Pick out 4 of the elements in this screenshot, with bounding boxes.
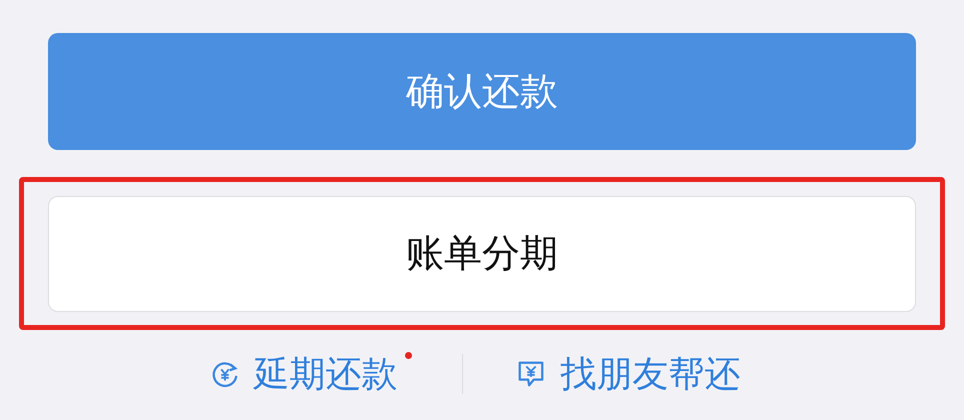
action-link[interactable]: 找朋友帮还 bbox=[514, 350, 754, 398]
installment-button[interactable]: 账单分期 bbox=[48, 196, 916, 312]
action-link[interactable]: 延期还款 bbox=[210, 350, 412, 398]
confirm-button[interactable]: 确认还款 bbox=[48, 33, 916, 150]
